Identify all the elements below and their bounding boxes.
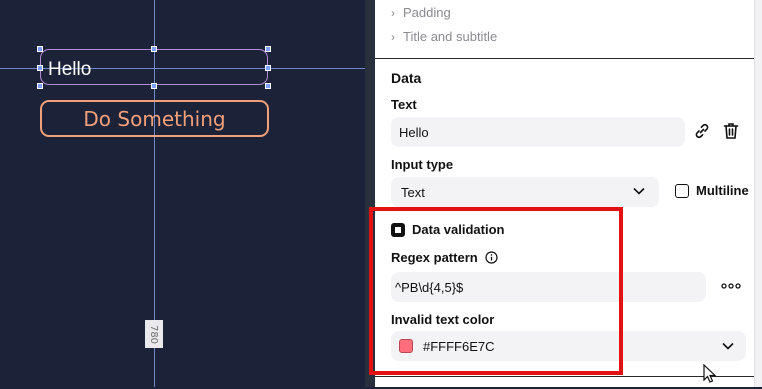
chevron-right-icon: › — [391, 29, 395, 44]
resize-handle-top-left[interactable] — [37, 46, 43, 52]
link-icon[interactable] — [691, 120, 713, 142]
ruler-value: 780 — [148, 324, 160, 344]
input-type-select[interactable]: Text — [391, 177, 659, 207]
data-validation-checkbox[interactable]: Data validation — [391, 222, 504, 237]
section-divider — [375, 58, 754, 59]
info-icon[interactable] — [485, 251, 498, 264]
resize-handle-bottom-left[interactable] — [37, 83, 43, 89]
trash-icon[interactable] — [720, 120, 742, 142]
resize-handle-bottom-center[interactable] — [151, 83, 157, 89]
panel-scrollbar[interactable] — [754, 0, 762, 387]
data-validation-checkbox-box[interactable] — [391, 222, 405, 237]
regex-pattern-value: ^PB\d{4,5}$ — [395, 279, 464, 295]
design-canvas[interactable]: Hello Do Something 780 — [0, 0, 365, 387]
multiline-label: Multiline — [696, 183, 749, 198]
multiline-checkbox-box[interactable] — [675, 183, 689, 198]
padding-section-label: Padding — [403, 5, 451, 20]
resize-handle-middle-left[interactable] — [37, 65, 43, 71]
text-value-field[interactable]: Hello — [391, 117, 685, 147]
panel-divider[interactable] — [365, 0, 375, 387]
chevron-down-icon — [633, 187, 645, 195]
data-validation-label: Data validation — [412, 222, 505, 237]
multiline-checkbox[interactable]: Multiline — [675, 183, 749, 198]
text-value: Hello — [399, 124, 429, 140]
ruler-measurement-label: 780 — [145, 320, 163, 348]
invalid-text-color-value: #FFFF6E7C — [423, 338, 495, 354]
chevron-down-icon — [722, 342, 734, 350]
input-type-label: Input type — [391, 157, 454, 172]
resize-handle-middle-right[interactable] — [265, 65, 271, 71]
data-section-title: Data — [391, 70, 422, 86]
title-subtitle-section-toggle[interactable]: › Title and subtitle — [391, 29, 497, 44]
regex-pattern-input[interactable]: ^PB\d{4,5}$ — [391, 272, 706, 302]
resize-handle-bottom-right[interactable] — [265, 83, 271, 89]
hello-text: Hello — [48, 59, 92, 80]
mouse-cursor-icon — [703, 363, 717, 389]
invalid-text-color-select[interactable]: #FFFF6E7C — [391, 331, 746, 361]
padding-section-toggle[interactable]: › Padding — [391, 5, 451, 20]
do-something-button[interactable]: Do Something — [40, 100, 269, 137]
properties-panel: › Padding › Title and subtitle Data Text… — [375, 0, 754, 387]
input-type-value: Text — [401, 184, 425, 200]
section-divider — [375, 376, 754, 377]
color-swatch — [399, 339, 413, 353]
more-options-icon[interactable] — [719, 278, 743, 294]
title-subtitle-section-label: Title and subtitle — [403, 29, 498, 44]
text-label: Text — [391, 97, 417, 112]
chevron-right-icon: › — [391, 5, 395, 20]
regex-pattern-label-row: Regex pattern — [391, 250, 498, 265]
resize-handle-top-center[interactable] — [151, 46, 157, 52]
regex-pattern-label: Regex pattern — [391, 250, 478, 265]
invalid-text-color-label: Invalid text color — [391, 312, 495, 327]
resize-handle-top-right[interactable] — [265, 46, 271, 52]
selected-text-input-element[interactable]: Hello — [40, 49, 268, 85]
